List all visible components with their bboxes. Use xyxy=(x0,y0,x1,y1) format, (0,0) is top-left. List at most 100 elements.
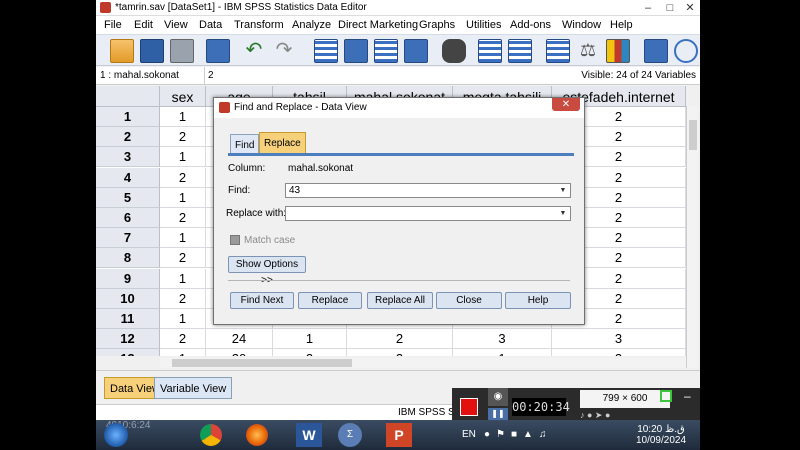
menu-transform[interactable]: Transform xyxy=(234,19,284,31)
value-labels-icon[interactable] xyxy=(644,39,668,63)
replace-input[interactable]: ▼ xyxy=(285,206,571,221)
cell-age[interactable]: 24 xyxy=(206,329,273,350)
cell-sex[interactable]: 2 xyxy=(160,208,206,228)
find-next-button[interactable]: Find Next xyxy=(230,292,294,309)
tab-variable-view[interactable]: Variable View xyxy=(154,377,233,399)
print-icon[interactable] xyxy=(170,39,194,63)
minimize-button[interactable]: – xyxy=(636,0,660,16)
language-indicator[interactable]: EN xyxy=(462,429,476,440)
cell-value-input[interactable]: 2 xyxy=(208,70,214,81)
record-stop-button[interactable] xyxy=(460,398,478,416)
help-button[interactable]: Help xyxy=(505,292,571,309)
insert-variable-icon[interactable] xyxy=(508,39,532,63)
run-descriptives-icon[interactable] xyxy=(404,39,428,63)
replace-all-button[interactable]: Replace All xyxy=(367,292,433,309)
save-icon[interactable] xyxy=(140,39,164,63)
menu-window[interactable]: Window xyxy=(562,19,601,31)
cell-sex[interactable]: 1 xyxy=(160,228,206,249)
cell-estefadeh-internet[interactable]: 2 xyxy=(552,349,686,356)
split-file-icon[interactable] xyxy=(546,39,570,63)
row-header[interactable]: 1 xyxy=(96,107,160,127)
chrome-icon[interactable] xyxy=(200,424,222,446)
redo-icon[interactable]: ↷ xyxy=(272,39,296,63)
close-window-button[interactable]: ✕ xyxy=(678,0,700,16)
open-folder-icon[interactable] xyxy=(110,39,134,63)
start-button[interactable] xyxy=(104,423,128,447)
cell-sex[interactable]: 2 xyxy=(160,167,206,188)
row-header[interactable]: 11 xyxy=(96,309,160,329)
pause-icon[interactable]: ❚❚ xyxy=(488,408,508,420)
powerpoint-icon[interactable]: P xyxy=(386,423,412,447)
cell-age[interactable]: 20 xyxy=(206,349,273,356)
recorder-minimize-icon[interactable]: – xyxy=(684,390,698,402)
match-case-checkbox[interactable] xyxy=(230,235,240,245)
select-cases-icon[interactable] xyxy=(606,39,630,63)
cell-sex[interactable]: 1 xyxy=(160,349,206,356)
undo-icon[interactable]: ↶ xyxy=(242,39,266,63)
cell-sex[interactable]: 1 xyxy=(160,187,206,208)
go-to-variable-icon[interactable] xyxy=(344,39,368,63)
find-input[interactable]: 43 ▼ xyxy=(285,183,571,198)
cell-sex[interactable]: 1 xyxy=(160,268,206,289)
camera-icon[interactable]: ◉ xyxy=(488,388,508,406)
row-header[interactable]: 4 xyxy=(96,167,160,188)
cell-meqta-tahsili[interactable]: 3 xyxy=(453,329,552,350)
find-icon[interactable] xyxy=(442,39,466,63)
row-header[interactable]: 6 xyxy=(96,208,160,228)
dialog-recall-icon[interactable] xyxy=(206,39,230,63)
system-tray-icons[interactable]: ●⚑■▲♫ xyxy=(484,429,552,440)
close-button[interactable]: Close xyxy=(436,292,502,309)
column-header-sex[interactable]: sex xyxy=(160,86,206,107)
dialog-close-button[interactable]: ✕ xyxy=(552,98,580,111)
menu-graphs[interactable]: Graphs xyxy=(419,19,455,31)
row-header[interactable]: 5 xyxy=(96,187,160,208)
cell-meqta-tahsili[interactable]: 1 xyxy=(453,349,552,356)
cell-sex[interactable]: 1 xyxy=(160,309,206,329)
vertical-scroll-thumb[interactable] xyxy=(689,120,697,150)
weight-cases-icon[interactable]: ⚖ xyxy=(576,39,600,63)
show-options-button[interactable]: Show Options >> xyxy=(228,256,306,286)
firefox-icon[interactable] xyxy=(246,424,268,446)
row-header[interactable]: 9 xyxy=(96,268,160,289)
row-header[interactable]: 2 xyxy=(96,127,160,148)
chevron-down-icon[interactable]: ▼ xyxy=(556,207,570,220)
menu-file[interactable]: File xyxy=(104,19,122,31)
cell-mahal-sokonat[interactable]: 2 xyxy=(347,329,453,350)
menu-view[interactable]: View xyxy=(164,19,188,31)
vertical-scrollbar[interactable] xyxy=(686,106,698,368)
chevron-down-icon[interactable]: ▼ xyxy=(556,184,570,197)
menu-edit[interactable]: Edit xyxy=(134,19,153,31)
row-header[interactable]: 12 xyxy=(96,329,160,350)
tab-find[interactable]: Find xyxy=(230,134,260,154)
menu-help[interactable]: Help xyxy=(610,19,633,31)
row-header[interactable]: 8 xyxy=(96,248,160,269)
row-header[interactable]: 13 xyxy=(96,349,160,356)
insert-cases-icon[interactable] xyxy=(478,39,502,63)
row-header[interactable]: 3 xyxy=(96,147,160,168)
cell-sex[interactable]: 2 xyxy=(160,329,206,350)
word-icon[interactable]: W xyxy=(296,423,322,447)
clock[interactable]: 10:20 ق.ظ 10/09/2024 xyxy=(634,424,688,446)
variables-icon[interactable] xyxy=(374,39,398,63)
cell-tahsil[interactable]: 2 xyxy=(273,349,347,356)
horizontal-scrollbar[interactable] xyxy=(160,358,686,368)
menu-add-ons[interactable]: Add-ons xyxy=(510,19,551,31)
menu-direct-marketing[interactable]: Direct Marketing xyxy=(338,19,418,31)
cell-sex[interactable]: 1 xyxy=(160,107,206,127)
cell-mahal-sokonat[interactable]: 2 xyxy=(347,349,453,356)
menu-analyze[interactable]: Analyze xyxy=(292,19,331,31)
row-header[interactable]: 10 xyxy=(96,288,160,309)
menu-utilities[interactable]: Utilities xyxy=(466,19,501,31)
spss-taskbar-icon[interactable]: Σ xyxy=(338,423,362,447)
replace-button[interactable]: Replace xyxy=(298,292,362,309)
tab-replace[interactable]: Replace xyxy=(259,132,306,154)
cell-tahsil[interactable]: 1 xyxy=(273,329,347,350)
row-header[interactable]: 7 xyxy=(96,228,160,249)
use-sets-icon[interactable] xyxy=(674,39,698,63)
horizontal-scroll-thumb[interactable] xyxy=(172,359,352,367)
cell-sex[interactable]: 2 xyxy=(160,248,206,269)
menu-data[interactable]: Data xyxy=(199,19,222,31)
cell-sex[interactable]: 2 xyxy=(160,288,206,309)
go-to-case-icon[interactable] xyxy=(314,39,338,63)
cell-sex[interactable]: 2 xyxy=(160,127,206,148)
